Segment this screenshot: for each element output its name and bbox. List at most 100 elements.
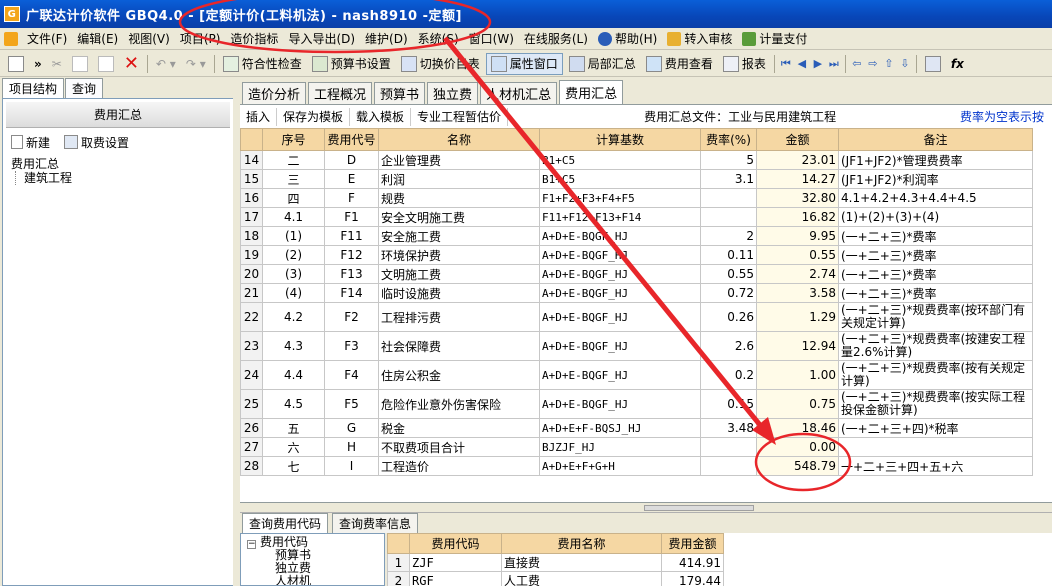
code-cell[interactable]: F <box>324 188 379 208</box>
new-button[interactable]: 新建 <box>11 134 50 151</box>
undo-button[interactable]: ↶ ▾ <box>152 53 180 75</box>
tab-project-overview[interactable]: 工程概况 <box>308 82 373 104</box>
base-cell[interactable]: A+D+E+F+G+H <box>539 456 701 476</box>
base-cell[interactable]: BJZJF_HJ <box>539 437 701 457</box>
name-cell[interactable]: 工程排污费 <box>378 302 540 332</box>
seq-cell[interactable]: 二 <box>262 150 325 170</box>
base-cell[interactable]: A+D+E-BQGF_HJ <box>539 245 701 265</box>
tree-item-budget[interactable]: 预算书 <box>247 549 378 562</box>
tab-project-structure[interactable]: 项目结构 <box>2 78 65 98</box>
note-cell[interactable]: (一+二+三)*费率 <box>838 245 1033 265</box>
name-cell[interactable]: 安全施工费 <box>378 226 540 246</box>
table-row[interactable]: 17 4.1 F1 安全文明施工费 F11+F12+F13+F14 16.82 (1)+(2… <box>240 207 1033 227</box>
calculator-button[interactable] <box>921 53 945 75</box>
row-number-cell[interactable]: 16 <box>240 188 263 208</box>
tab-cost-analysis[interactable]: 造价分析 <box>242 82 307 104</box>
amount-cell[interactable]: 1.29 <box>756 302 839 332</box>
tab-query[interactable]: 查询 <box>65 78 104 98</box>
seq-cell[interactable]: (2) <box>262 245 325 265</box>
menu-maintain[interactable]: 维护(D) <box>360 29 413 49</box>
row-number-cell[interactable]: 24 <box>240 360 263 390</box>
new-file-button[interactable] <box>4 53 28 75</box>
row-number-cell[interactable]: 18 <box>240 226 263 246</box>
table-row[interactable]: 20 (3) F13 文明施工费 A+D+E-BQGF_HJ 0.55 2.74 (一+二+三… <box>240 264 1033 284</box>
prev-icon[interactable]: ◀ <box>795 57 809 71</box>
rate-cell[interactable]: 0.26 <box>700 302 757 332</box>
rate-cell[interactable]: 0.15 <box>700 389 757 419</box>
menu-measure-pay[interactable]: 计量支付 <box>737 29 812 49</box>
code-cell[interactable]: F14 <box>324 283 379 303</box>
note-cell[interactable] <box>838 437 1033 457</box>
rate-cell[interactable]: 2.6 <box>700 331 757 361</box>
base-cell[interactable]: A+D+E-BQGF_HJ <box>539 264 701 284</box>
note-cell[interactable]: (一+二+三)*规费费率(按有关规定计算) <box>838 360 1033 390</box>
arrow-down-icon[interactable]: ⇩ <box>898 57 912 71</box>
report-button[interactable]: 报表 <box>719 53 770 75</box>
row-number-cell[interactable]: 27 <box>240 437 263 457</box>
menu-online-service[interactable]: 在线服务(L) <box>519 29 593 49</box>
note-cell[interactable]: (JF1+JF2)*管理费费率 <box>838 150 1033 170</box>
save-template-button[interactable]: 保存为模板 <box>277 107 351 126</box>
base-cell[interactable]: B1+C5 <box>539 169 701 189</box>
seq-cell[interactable]: 三 <box>262 169 325 189</box>
rate-cell[interactable]: 2 <box>700 226 757 246</box>
menu-import-export[interactable]: 导入导出(D) <box>283 29 360 49</box>
note-cell[interactable]: (一+二+三)*费率 <box>838 226 1033 246</box>
amount-cell[interactable]: 9.95 <box>756 226 839 246</box>
fee-code-name-cell[interactable]: 人工费 <box>501 571 662 586</box>
seq-cell[interactable]: 六 <box>262 437 325 457</box>
code-cell[interactable]: F1 <box>324 207 379 227</box>
delete-button[interactable]: ✕ <box>120 53 143 75</box>
name-cell[interactable]: 企业管理费 <box>378 150 540 170</box>
amount-cell[interactable]: 16.82 <box>756 207 839 227</box>
menu-cost-index[interactable]: 造价指标 <box>225 29 283 49</box>
tab-independent-fee[interactable]: 独立费 <box>427 82 479 104</box>
amount-cell[interactable]: 23.01 <box>756 150 839 170</box>
rate-cell[interactable] <box>700 437 757 457</box>
seq-cell[interactable]: 五 <box>262 418 325 438</box>
table-row[interactable]: 19 (2) F12 环境保护费 A+D+E-BQGF_HJ 0.11 0.55 (一+二+三… <box>240 245 1033 265</box>
fee-code-header-code[interactable]: 费用代码 <box>409 533 502 554</box>
tree-item-independent-fee[interactable]: 独立费 <box>247 562 378 575</box>
menu-help[interactable]: 帮助(H) <box>593 29 662 49</box>
seq-cell[interactable]: 4.5 <box>262 389 325 419</box>
base-cell[interactable]: A+D+E-BQGF_HJ <box>539 302 701 332</box>
fee-code-amt-cell[interactable]: 414.91 <box>661 553 724 572</box>
switch-price-table-button[interactable]: 切换价目表 <box>397 53 484 75</box>
base-cell[interactable]: B1+C5 <box>539 150 701 170</box>
tree-root[interactable]: 费用汇总 <box>11 157 225 171</box>
name-cell[interactable]: 临时设施费 <box>378 283 540 303</box>
fee-view-button[interactable]: 费用查看 <box>642 53 717 75</box>
horizontal-splitter[interactable] <box>240 503 1052 513</box>
row-number-cell[interactable]: 14 <box>240 150 263 170</box>
seq-cell[interactable]: 4.3 <box>262 331 325 361</box>
seq-cell[interactable]: (1) <box>262 226 325 246</box>
tab-fee-summary[interactable]: 费用汇总 <box>559 80 624 104</box>
base-cell[interactable]: F11+F12+F13+F14 <box>539 207 701 227</box>
code-cell[interactable]: I <box>324 456 379 476</box>
property-window-button[interactable]: 属性窗口 <box>485 52 563 75</box>
first-icon[interactable]: ⏮ <box>779 57 793 71</box>
name-cell[interactable]: 税金 <box>378 418 540 438</box>
amount-cell[interactable]: 548.79 <box>756 456 839 476</box>
name-cell[interactable]: 住房公积金 <box>378 360 540 390</box>
rate-cell[interactable]: 0.55 <box>700 264 757 284</box>
name-cell[interactable]: 环境保护费 <box>378 245 540 265</box>
seq-cell[interactable]: (4) <box>262 283 325 303</box>
table-row[interactable]: 15 三 E 利润 B1+C5 3.1 14.27 (JF1+JF2)*利润率 <box>240 169 1033 189</box>
amount-cell[interactable]: 3.58 <box>756 283 839 303</box>
note-cell[interactable]: (一+二+三)*规费费率(按环部门有关规定计算) <box>838 302 1033 332</box>
compliance-check-button[interactable]: 符合性检查 <box>219 53 306 75</box>
tab-query-rate-info[interactable]: 查询费率信息 <box>332 513 419 533</box>
code-cell[interactable]: F13 <box>324 264 379 284</box>
code-cell[interactable]: H <box>324 437 379 457</box>
rate-cell[interactable] <box>700 456 757 476</box>
tab-query-fee-code[interactable]: 查询费用代码 <box>242 513 329 533</box>
name-cell[interactable]: 社会保障费 <box>378 331 540 361</box>
row-number-cell[interactable]: 20 <box>240 264 263 284</box>
fee-code-row[interactable]: 2 RGF 人工费 179.44 <box>387 571 724 586</box>
rate-cell[interactable] <box>700 207 757 227</box>
grid-header-amount[interactable]: 金额 <box>756 128 839 151</box>
rate-cell[interactable] <box>700 188 757 208</box>
row-number-cell[interactable]: 28 <box>240 456 263 476</box>
